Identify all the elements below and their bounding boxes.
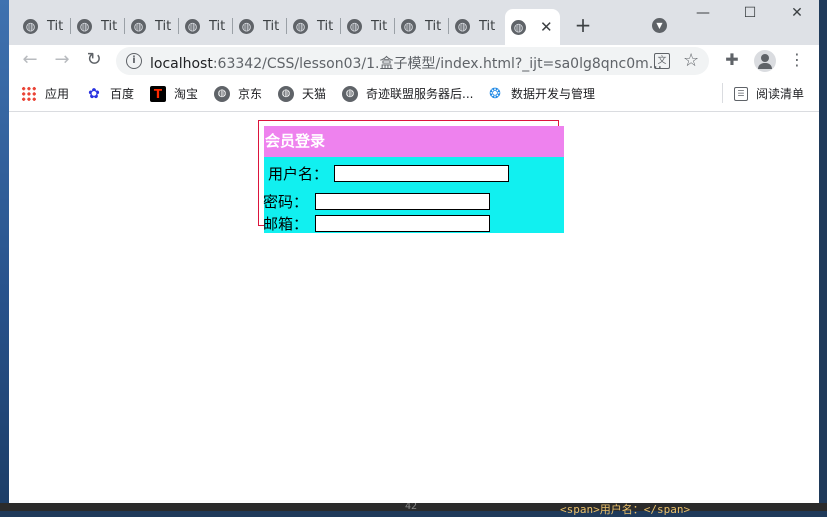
tab-title: Tit xyxy=(47,18,64,34)
tab-title: Tit xyxy=(209,18,226,34)
username-row: 用户名： xyxy=(268,163,510,184)
login-box: 会员登录 用户名： 密码： 邮箱： xyxy=(258,120,564,233)
tab-title: Tit xyxy=(479,18,496,34)
tab-search-icon[interactable]: ▼ xyxy=(652,18,667,33)
browser-tab[interactable]: ◍ Tit xyxy=(449,12,503,40)
bookmark-label: 天猫 xyxy=(302,87,327,101)
globe-icon: ◍ xyxy=(214,85,230,102)
tab-title: Tit xyxy=(425,18,442,34)
reading-list-icon: ☰ xyxy=(734,86,748,101)
site-info-icon[interactable]: i xyxy=(126,53,142,69)
browser-tab[interactable]: ◍ Tit xyxy=(17,12,71,40)
tab-title: Tit xyxy=(371,18,388,34)
address-bar[interactable]: i localhost:63342/CSS/lesson03/1.盒子模型/in… xyxy=(116,47,709,75)
bookmark-label: 淘宝 xyxy=(174,87,199,101)
extensions-puzzle-icon[interactable]: ✚ xyxy=(721,50,743,69)
profile-avatar-icon[interactable] xyxy=(754,50,776,72)
globe-icon: ◍ xyxy=(401,18,416,34)
tab-title: Tit xyxy=(263,18,280,34)
login-title: 会员登录 xyxy=(264,126,564,157)
reload-icon[interactable]: ↻ xyxy=(82,49,106,70)
browser-window: ◍ Tit ◍ Tit ◍ Tit ◍ Tit ◍ Tit ◍ Tit ◍ Ti… xyxy=(9,0,819,503)
email-input[interactable] xyxy=(315,215,491,232)
url-text[interactable]: localhost:63342/CSS/lesson03/1.盒子模型/inde… xyxy=(150,53,662,73)
bookmark-baidu[interactable]: ✿ 百度 xyxy=(86,85,134,102)
baidu-paw-icon: ✿ xyxy=(88,85,100,102)
globe-icon: ◍ xyxy=(293,18,308,34)
globe-icon: ◍ xyxy=(455,18,470,34)
bookmark-dataworks[interactable]: ❂ 数据开发与管理 xyxy=(487,85,595,102)
browser-tab[interactable]: ◍ Tit xyxy=(233,12,287,40)
reading-list-button[interactable]: ☰ 阅读清单 xyxy=(734,85,804,102)
globe-icon: ◍ xyxy=(511,19,526,35)
new-tab-button[interactable]: + xyxy=(572,13,594,37)
bookmark-label: 京东 xyxy=(238,87,263,101)
username-input[interactable] xyxy=(334,165,510,182)
bookmark-label: 奇迹联盟服务器后... xyxy=(366,87,474,101)
bookmark-jd[interactable]: ◍ 京东 xyxy=(214,85,262,102)
password-row: 密码： xyxy=(263,191,491,212)
bookmark-label: 百度 xyxy=(110,87,135,101)
apps-grid-icon xyxy=(21,85,37,102)
editor-code-line: <span>用户名：</span> xyxy=(560,503,691,516)
globe-icon: ◍ xyxy=(239,18,254,34)
desktop-background xyxy=(0,0,9,511)
bookmark-tmall[interactable]: ◍ 天猫 xyxy=(278,85,326,102)
globe-icon: ◍ xyxy=(347,18,362,34)
globe-icon: ◍ xyxy=(77,18,92,34)
tab-strip: ◍ Tit ◍ Tit ◍ Tit ◍ Tit ◍ Tit ◍ Tit ◍ Ti… xyxy=(9,0,819,45)
username-label: 用户名： xyxy=(268,165,329,183)
browser-tab[interactable]: ◍ Tit xyxy=(341,12,395,40)
active-browser-tab[interactable]: ◍ ✕ xyxy=(505,9,560,45)
tab-title: Tit xyxy=(317,18,334,34)
email-label: 邮箱： xyxy=(263,215,309,233)
taobao-icon: T xyxy=(150,85,166,102)
close-window-button[interactable]: ✕ xyxy=(787,5,807,21)
password-input[interactable] xyxy=(315,193,491,210)
password-label: 密码： xyxy=(263,193,309,211)
globe-icon: ◍ xyxy=(131,18,146,34)
reading-list-label: 阅读清单 xyxy=(756,87,805,101)
tab-title: Tit xyxy=(101,18,118,34)
bookmark-label: 数据开发与管理 xyxy=(511,87,596,101)
translate-icon[interactable]: 文 xyxy=(654,53,670,69)
browser-tab[interactable]: ◍ Tit xyxy=(179,12,233,40)
email-row: 邮箱： xyxy=(263,213,491,234)
browser-tab[interactable]: ◍ Tit xyxy=(287,12,341,40)
browser-tab[interactable]: ◍ Tit xyxy=(71,12,125,40)
forward-arrow-icon[interactable]: → xyxy=(50,49,74,70)
bookmark-label: 应用 xyxy=(45,87,70,101)
bookmark-taobao[interactable]: T 淘宝 xyxy=(150,85,198,102)
bookmark-apps[interactable]: 应用 xyxy=(21,85,69,102)
close-tab-icon[interactable]: ✕ xyxy=(540,18,553,36)
minimize-button[interactable]: — xyxy=(693,5,713,21)
maximize-button[interactable]: ☐ xyxy=(740,5,760,21)
globe-icon: ◍ xyxy=(342,85,358,102)
bookmarks-bar: 应用 ✿ 百度 T 淘宝 ◍ 京东 ◍ 天猫 ◍ 奇迹联盟服务器后... ❂ 数… xyxy=(9,77,819,112)
globe-icon: ◍ xyxy=(185,18,200,34)
code-editor-peek: 42 <span>用户名：</span> xyxy=(0,501,827,516)
menu-kebab-icon[interactable]: ⋮ xyxy=(786,50,808,69)
dataworks-icon: ❂ xyxy=(489,85,501,102)
back-arrow-icon[interactable]: ← xyxy=(18,49,42,70)
bookmarks-separator xyxy=(722,83,723,103)
tab-title: Tit xyxy=(155,18,172,34)
navigation-toolbar: ← → ↻ i localhost:63342/CSS/lesson03/1.盒… xyxy=(9,45,819,77)
globe-icon: ◍ xyxy=(23,18,38,34)
page-viewport: 会员登录 用户名： 密码： 邮箱： xyxy=(9,112,819,503)
bookmark-server[interactable]: ◍ 奇迹联盟服务器后... xyxy=(342,85,473,102)
globe-icon: ◍ xyxy=(278,85,294,102)
browser-tab[interactable]: ◍ Tit xyxy=(395,12,449,40)
bookmark-star-icon[interactable]: ☆ xyxy=(683,50,699,71)
browser-tab[interactable]: ◍ Tit xyxy=(125,12,179,40)
login-form: 用户名： 密码： 邮箱： xyxy=(263,157,564,234)
